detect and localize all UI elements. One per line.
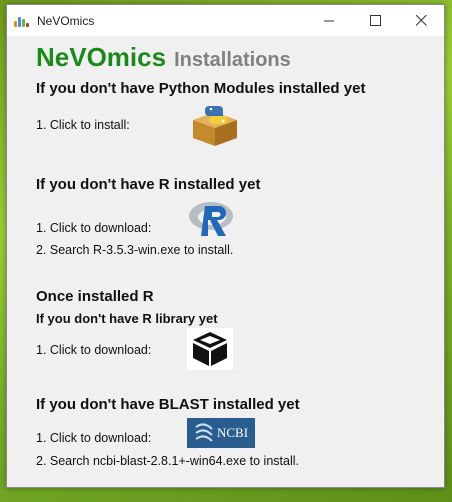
- python-section-heading: If you don't have Python Modules install…: [36, 80, 366, 97]
- close-button[interactable]: [398, 5, 444, 36]
- app-window: NeVOmics NeVOmics Installations If you do…: [6, 4, 445, 488]
- page-subtitle: Installations: [174, 49, 291, 71]
- maximize-button[interactable]: [352, 5, 398, 36]
- python-step1-text: 1. Click to install:: [36, 118, 130, 132]
- maximize-icon: [369, 15, 381, 26]
- r-library-download-button[interactable]: [187, 328, 233, 370]
- brand-title: NeVOmics: [36, 42, 167, 72]
- blast-step2-text: 2. Search ncbi-blast-2.8.1+-win64.exe to…: [36, 454, 299, 468]
- blast-step1-text: 1. Click to download:: [36, 431, 152, 445]
- r-step2-text: 2. Search R-3.5.3-win.exe to install.: [36, 243, 234, 257]
- close-icon: [415, 15, 427, 26]
- page-header: NeVOmics Installations: [36, 42, 291, 73]
- window-title: NeVOmics: [37, 13, 95, 28]
- python-install-button[interactable]: [187, 102, 243, 148]
- ncbi-logo-icon: [195, 423, 213, 442]
- r-logo-icon: [189, 202, 233, 236]
- title-bar[interactable]: NeVOmics: [7, 5, 444, 36]
- blast-section-heading: If you don't have BLAST installed yet: [36, 396, 300, 413]
- blast-download-button[interactable]: NCBI: [187, 418, 255, 448]
- python-package-icon: [193, 106, 237, 146]
- r-library-subheading: If you don't have R library yet: [36, 311, 218, 326]
- r-download-button[interactable]: [187, 198, 239, 240]
- ncbi-logo-label: NCBI: [217, 425, 249, 440]
- r-library-step1-text: 1. Click to download:: [36, 343, 152, 357]
- r-library-section-heading: Once installed R: [36, 288, 154, 305]
- r-section-heading: If you don't have R installed yet: [36, 176, 261, 193]
- package-box-icon: [193, 332, 227, 366]
- nevomics-app-icon: [13, 13, 29, 29]
- r-step1-text: 1. Click to download:: [36, 221, 152, 235]
- minimize-icon: [323, 20, 334, 22]
- minimize-button[interactable]: [306, 5, 352, 36]
